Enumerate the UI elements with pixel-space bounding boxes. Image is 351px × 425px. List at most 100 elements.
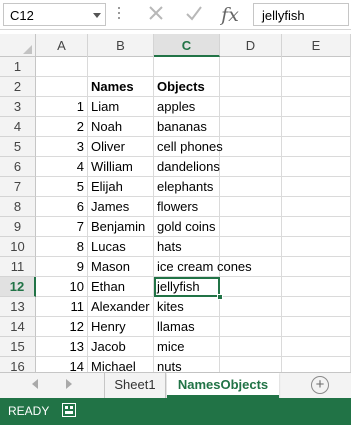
cell-d[interactable] (220, 277, 282, 297)
cell-a[interactable] (36, 57, 88, 77)
row-header[interactable]: 11 (0, 257, 36, 277)
row-header[interactable]: 15 (0, 337, 36, 357)
row-header[interactable]: 4 (0, 117, 36, 137)
cell-d[interactable] (220, 117, 282, 137)
row-header[interactable]: 6 (0, 157, 36, 177)
cell-b[interactable]: Benjamin (88, 217, 154, 237)
cell-c[interactable]: mice (154, 337, 220, 357)
cell-d[interactable] (220, 57, 282, 77)
cell-b[interactable]: Lucas (88, 237, 154, 257)
cell-c[interactable]: cell phones (154, 137, 223, 157)
cell-b[interactable]: Henry (88, 317, 154, 337)
cell-e[interactable] (282, 57, 351, 77)
cell-a[interactable]: 9 (36, 257, 88, 277)
row-header[interactable]: 3 (0, 97, 36, 117)
row-header[interactable]: 10 (0, 237, 36, 257)
row-header[interactable]: 2 (0, 77, 36, 97)
cell-e[interactable] (282, 137, 351, 157)
cell-d[interactable] (220, 197, 282, 217)
cell-c[interactable]: ice cream cones (154, 257, 252, 277)
cell-a[interactable]: 8 (36, 237, 88, 257)
cell-d[interactable] (220, 137, 282, 157)
formula-input[interactable]: jellyfish (253, 3, 349, 26)
name-box[interactable]: C12 (3, 3, 106, 26)
cell-e[interactable] (282, 97, 351, 117)
cell-e[interactable] (282, 337, 351, 357)
cell-d[interactable] (220, 217, 282, 237)
row-header[interactable]: 8 (0, 197, 36, 217)
cell-b[interactable] (88, 57, 154, 77)
cell-e[interactable] (282, 177, 351, 197)
column-header-d[interactable]: D (220, 34, 282, 57)
scroll-left-icon[interactable] (32, 379, 38, 389)
cell-b[interactable]: Alexander (88, 297, 154, 317)
cell-b[interactable]: James (88, 197, 154, 217)
cell-e[interactable] (282, 157, 351, 177)
cell-d[interactable] (220, 337, 282, 357)
cell-a[interactable]: 12 (36, 317, 88, 337)
cell-e[interactable] (282, 117, 351, 137)
tab-namesobjects[interactable]: NamesObjects (167, 373, 279, 398)
cell-a[interactable]: 1 (36, 97, 88, 117)
column-header-e[interactable]: E (282, 34, 351, 57)
cell-a[interactable]: 11 (36, 297, 88, 317)
cell-b[interactable]: Ethan (88, 277, 154, 297)
row-header[interactable]: 7 (0, 177, 36, 197)
cell-a[interactable]: 6 (36, 197, 88, 217)
cell-e[interactable] (282, 217, 351, 237)
column-header-b[interactable]: B (88, 34, 154, 57)
cell-d[interactable] (220, 257, 282, 277)
checkmark-icon[interactable] (182, 3, 206, 27)
plus-circle-icon[interactable]: + (311, 376, 329, 394)
cell-d[interactable] (220, 97, 282, 117)
cell-a[interactable]: 13 (36, 337, 88, 357)
cell-b[interactable]: Names (88, 77, 154, 97)
row-header[interactable]: 5 (0, 137, 36, 157)
x-icon[interactable] (144, 3, 168, 27)
select-all-button[interactable] (0, 34, 36, 57)
cell-b[interactable]: Oliver (88, 137, 154, 157)
cell-b[interactable]: Mason (88, 257, 154, 277)
cell-c[interactable]: llamas (154, 317, 220, 337)
cell-a[interactable]: 5 (36, 177, 88, 197)
macro-record-icon[interactable] (62, 403, 76, 417)
cell-e[interactable] (282, 297, 351, 317)
fx-icon[interactable]: fx (218, 3, 242, 27)
cell-a[interactable]: 10 (36, 277, 88, 297)
cell-e[interactable] (282, 257, 351, 277)
cell-e[interactable] (282, 197, 351, 217)
cell-b[interactable]: William (88, 157, 154, 177)
row-header[interactable]: 9 (0, 217, 36, 237)
cell-b[interactable]: Noah (88, 117, 154, 137)
cell-d[interactable] (220, 157, 282, 177)
formula-value[interactable]: jellyfish (262, 8, 305, 23)
cell-c[interactable]: apples (154, 97, 220, 117)
cell-c[interactable]: gold coins (154, 217, 220, 237)
row-header[interactable]: 12 (0, 277, 36, 297)
cell-e[interactable] (282, 237, 351, 257)
cell-b[interactable]: Liam (88, 97, 154, 117)
cell-c[interactable]: bananas (154, 117, 220, 137)
column-header-c[interactable]: C (154, 34, 220, 57)
cell-c[interactable]: flowers (154, 197, 220, 217)
row-header[interactable]: 1 (0, 57, 36, 77)
cell-a[interactable]: 2 (36, 117, 88, 137)
cell-c[interactable]: Objects (154, 77, 220, 97)
tab-sheet1[interactable]: Sheet1 (104, 373, 166, 398)
chevron-down-icon[interactable] (93, 13, 101, 18)
cell-a[interactable]: 4 (36, 157, 88, 177)
cell-a[interactable] (36, 77, 88, 97)
cell-e[interactable] (282, 277, 351, 297)
cell-e[interactable] (282, 317, 351, 337)
cell-d[interactable] (220, 297, 282, 317)
cell-c[interactable]: elephants (154, 177, 220, 197)
active-cell[interactable]: jellyfish (154, 277, 223, 300)
cell-d[interactable] (220, 237, 282, 257)
cell-a[interactable]: 3 (36, 137, 88, 157)
cell-d[interactable] (220, 317, 282, 337)
cell-b[interactable]: Elijah (88, 177, 154, 197)
cell-c[interactable]: dandelions (154, 157, 220, 177)
cell-c[interactable] (154, 57, 220, 77)
fill-handle[interactable] (217, 294, 223, 300)
cell-b[interactable]: Jacob (88, 337, 154, 357)
